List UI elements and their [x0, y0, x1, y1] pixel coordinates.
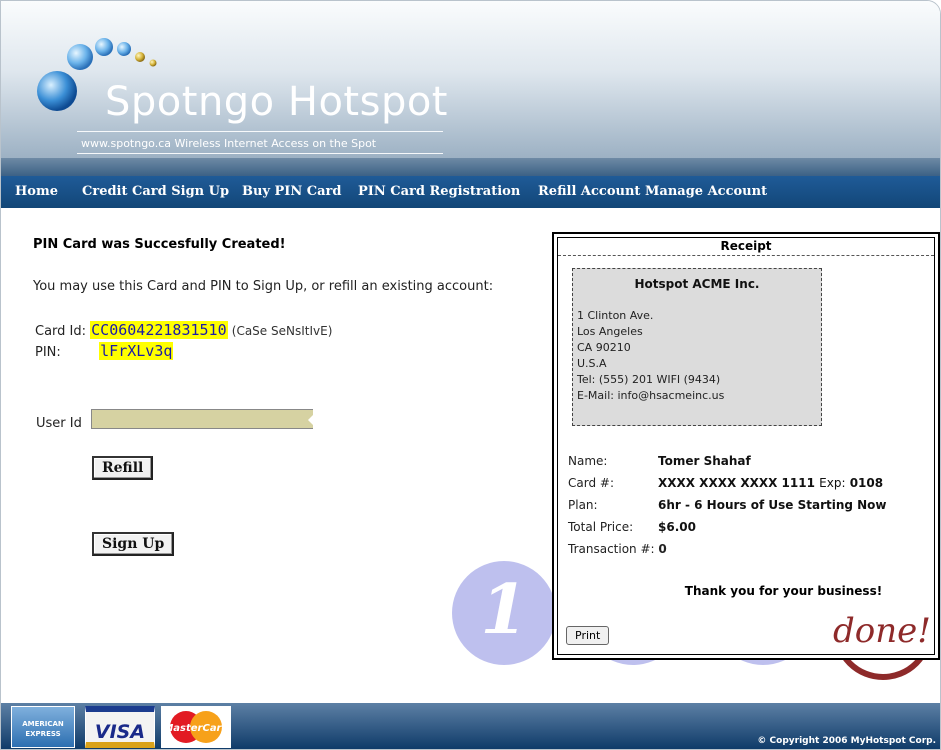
name-label: Name:: [568, 454, 608, 468]
page-frame: Spotngo Hotspot www.spotngo.ca Wireless …: [0, 0, 941, 750]
amex-card-icon: AMERICAN EXPRESS: [11, 706, 75, 748]
price-label: Total Price:: [568, 520, 634, 534]
card-label: Card #:: [568, 476, 614, 490]
nav-refill-account[interactable]: Refill Account: [538, 184, 640, 199]
pin-value: lFrXLv3q: [99, 342, 174, 360]
main-nav: Home Credit Card Sign Up Buy PIN Card PI…: [1, 176, 940, 208]
address-tel: Tel: (555) 201 WIFI (9434): [577, 373, 721, 386]
plan-value: 6hr - 6 Hours of Use Starting Now: [658, 498, 887, 512]
company-box: Hotspot ACME Inc. 1 Clinton Ave. Los Ang…: [572, 268, 822, 426]
print-button[interactable]: Print: [566, 626, 610, 645]
user-id-input[interactable]: [91, 409, 313, 429]
address-email: E-Mail: info@hsacmeinc.us: [577, 389, 725, 402]
refill-button[interactable]: Refill: [92, 456, 154, 480]
site-title: Spotngo Hotspot: [105, 79, 448, 125]
site-footer: AMERICAN EXPRESS VISA MasterCard © Copyr…: [1, 703, 940, 749]
address-line: Los Angeles: [577, 325, 643, 338]
site-tagline: www.spotngo.ca Wireless Internet Access …: [81, 137, 377, 150]
mastercard-icon: MasterCard: [161, 706, 231, 748]
address-line: 1 Clinton Ave.: [577, 309, 654, 322]
exp-label: Exp:: [819, 476, 846, 490]
price-value: $6.00: [658, 520, 696, 534]
thanks-text: Thank you for your business!: [684, 584, 883, 598]
header-band: [1, 158, 940, 176]
nav-credit-card-sign-up[interactable]: Credit Card Sign Up: [82, 184, 229, 199]
visa-card-icon: VISA: [85, 706, 155, 748]
card-number: XXXX XXXX XXXX 1111: [658, 476, 815, 490]
user-id-label: User Id: [36, 416, 82, 431]
pin-label: PIN:: [35, 345, 61, 360]
company-name: Hotspot ACME Inc.: [634, 277, 760, 291]
copyright-text: © Copyright 2006 MyHotspot Corp.: [757, 736, 936, 746]
receipt-panel: Receipt Hotspot ACME Inc. 1 Clinton Ave.…: [552, 232, 940, 660]
sign-up-button[interactable]: Sign Up: [92, 532, 175, 556]
name-value: Tomer Shahaf: [658, 454, 751, 468]
card-value-row: XXXX XXXX XXXX 1111 Exp: 0108: [658, 476, 883, 490]
card-id-label: Card Id:: [35, 324, 87, 339]
mastercard-logo-icon: MasterCard: [163, 711, 230, 743]
nav-buy-pin-card[interactable]: Buy PIN Card: [242, 184, 342, 199]
card-id-value: CC0604221831510: [90, 321, 228, 339]
address-line: U.S.A: [577, 357, 607, 370]
nav-pin-card-registration[interactable]: PIN Card Registration: [358, 184, 520, 199]
exp-value: 0108: [849, 476, 884, 490]
receipt-title: Receipt: [558, 238, 934, 256]
success-title: PIN Card was Succesfully Created!: [33, 237, 286, 252]
address-line: CA 90210: [577, 341, 631, 354]
step-1-number: 1: [480, 570, 528, 650]
pin-row: PIN: lFrXLv3q: [35, 342, 174, 360]
receipt-inner: Receipt Hotspot ACME Inc. 1 Clinton Ave.…: [557, 237, 935, 655]
site-header: Spotngo Hotspot www.spotngo.ca Wireless …: [1, 1, 940, 176]
main-content: PIN Card was Succesfully Created! You ma…: [1, 208, 940, 703]
nav-manage-account[interactable]: Manage Account: [645, 184, 767, 199]
case-sensitive-note: (CaSe SeNsItIvE): [231, 324, 333, 338]
tagline-rule-top: [77, 131, 443, 132]
done-label: done!: [833, 611, 931, 651]
transaction-label: Transaction #:: [568, 542, 655, 556]
tagline-rule-bottom: [77, 153, 443, 154]
nav-home[interactable]: Home: [15, 184, 58, 199]
transaction-row: Transaction #: 0: [568, 542, 667, 556]
instruction-text: You may use this Card and PIN to Sign Up…: [33, 279, 494, 294]
card-id-row: Card Id: CC0604221831510 (CaSe SeNsItIvE…: [35, 321, 332, 339]
mastercard-text: MasterCard: [163, 723, 229, 734]
plan-label: Plan:: [568, 498, 598, 512]
transaction-value: 0: [658, 542, 667, 556]
